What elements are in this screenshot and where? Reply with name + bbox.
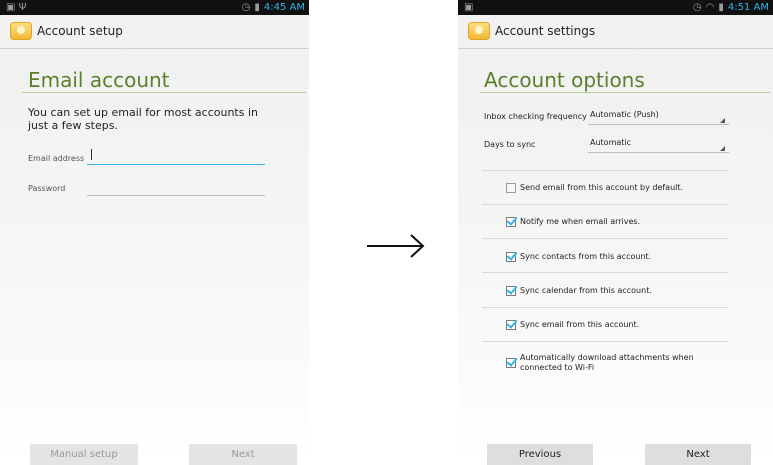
checkbox-icon[interactable] — [506, 252, 516, 262]
usb-icon: Ψ — [18, 2, 27, 13]
spinner-arrow-icon — [720, 146, 725, 151]
section-title: Email account — [28, 68, 170, 92]
right-arrow-icon — [367, 234, 425, 258]
status-right: ◷ ◠ ▮ 4:51 AM — [693, 2, 769, 13]
password-label: Password — [28, 184, 66, 193]
wifi-icon: ◠ — [705, 2, 715, 13]
row-divider — [482, 307, 728, 308]
checkbox-icon[interactable] — [506, 358, 516, 368]
next-button[interactable]: Next — [189, 444, 297, 465]
checkbox-icon[interactable] — [506, 320, 516, 330]
image-icon: ▣ — [464, 2, 474, 13]
option-label: Send email from this account by default. — [520, 183, 684, 192]
status-bar: ▣ ◷ ◠ ▮ 4:51 AM — [458, 0, 773, 15]
email-app-icon[interactable] — [10, 22, 32, 40]
checkbox-icon[interactable] — [506, 183, 516, 193]
option-label: Sync email from this account. — [520, 320, 640, 329]
alarm-icon: ◷ — [692, 2, 702, 13]
image-icon: ▣ Ψ — [6, 2, 27, 13]
option-label: Notify me when email arrives. — [520, 217, 641, 226]
battery-icon: ▮ — [254, 2, 260, 13]
status-bar: ▣ Ψ ◷ ▮ 4:45 AM — [0, 0, 309, 15]
section-divider — [22, 92, 306, 93]
row-divider — [482, 204, 728, 205]
days-to-sync-label: Days to sync — [484, 140, 536, 149]
intro-text: You can set up email for most accounts i… — [28, 106, 258, 132]
left-screen: ▣ Ψ ◷ ▮ 4:45 AM Account setup Email accoun… — [0, 0, 309, 465]
option-label: Sync contacts from this account. — [520, 252, 652, 261]
option-label: Sync calendar from this account. — [520, 286, 652, 295]
days-to-sync-underline — [588, 152, 729, 153]
email-field-underline — [87, 164, 265, 165]
row-divider — [482, 341, 728, 342]
previous-button[interactable]: Previous — [487, 444, 593, 465]
alarm-icon: ◷ — [241, 2, 251, 13]
inbox-frequency-value: Automatic (Push) — [590, 110, 659, 119]
days-to-sync-value: Automatic — [590, 138, 632, 147]
days-to-sync-dropdown[interactable]: Automatic — [588, 134, 729, 152]
checkbox-icon[interactable] — [506, 217, 516, 227]
row-divider — [482, 238, 728, 239]
email-app-icon[interactable] — [468, 22, 490, 40]
row-divider — [482, 272, 728, 273]
option-label: Automatically download attachments when … — [520, 353, 694, 372]
email-label: Email address — [28, 154, 85, 163]
spinner-arrow-icon — [720, 118, 725, 123]
status-time: 4:45 AM — [263, 2, 305, 13]
checkbox-icon[interactable] — [506, 286, 516, 296]
status-time: 4:51 AM — [727, 2, 769, 13]
inbox-frequency-label: Inbox checking frequency — [484, 112, 587, 121]
inbox-frequency-dropdown[interactable]: Automatic (Push) — [588, 106, 729, 124]
action-title: Account setup — [37, 24, 123, 38]
inbox-frequency-underline — [588, 124, 729, 125]
battery-icon: ▮ — [718, 2, 724, 13]
password-field[interactable] — [87, 177, 265, 195]
action-bar: Account setup — [0, 15, 309, 49]
email-field[interactable] — [87, 146, 265, 164]
action-title: Account settings — [495, 24, 596, 38]
status-right: ◷ ▮ 4:45 AM — [242, 2, 305, 13]
manual-setup-button[interactable]: Manual setup — [30, 444, 138, 465]
section-title: Account options — [484, 68, 645, 92]
password-field-underline — [87, 195, 265, 196]
right-screen: ▣ ◷ ◠ ▮ 4:51 AM Account settings Account op… — [458, 0, 773, 465]
action-bar: Account settings — [458, 15, 773, 49]
next-button[interactable]: Next — [645, 444, 751, 465]
row-divider — [482, 170, 728, 171]
section-divider — [480, 92, 770, 93]
